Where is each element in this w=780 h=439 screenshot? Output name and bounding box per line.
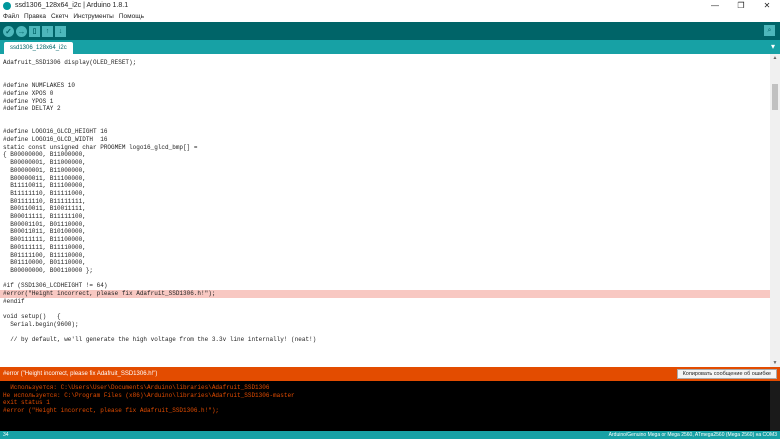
code-line: #if (SSD1306_LCDHEIGHT != 64)	[3, 282, 108, 290]
error-message: #error ("Height incorrect, please fix Ad…	[3, 371, 158, 377]
code-line: static const unsigned char PROGMEM logo1…	[3, 143, 198, 151]
console-line: #error ("Height incorrect, please fix Ad…	[3, 406, 220, 414]
tab-menu-icon[interactable]: ▾	[771, 42, 775, 52]
code-line: #define XPOS 0	[3, 89, 54, 97]
code-line: void setup() {	[3, 313, 61, 321]
code-line: #define NUMFLAKES 10	[3, 82, 76, 90]
maximize-button[interactable]: ❐	[728, 0, 754, 12]
verify-button[interactable]: ✓	[3, 25, 14, 37]
menu-edit[interactable]: Правка	[24, 12, 46, 22]
scroll-thumb[interactable]	[772, 84, 778, 110]
code-line: B00000011, B11100000,	[3, 174, 86, 182]
menu-sketch[interactable]: Скетч	[51, 12, 68, 22]
code-line: #define LOGO16_GLCD_WIDTH 16	[3, 136, 108, 143]
code-line: B11111110, B11111000,	[3, 189, 86, 197]
console-line: exit status 1	[3, 399, 50, 406]
menu-help[interactable]: Помощь	[119, 12, 144, 22]
scroll-down-icon[interactable]: ▼	[770, 359, 780, 367]
code-line: B11110011, B11100000,	[3, 182, 86, 190]
title-bar: ssd1306_128x64_i2c | Arduino 1.8.1 — ❐ ✕	[0, 0, 780, 12]
code-line: #define LOGO16_GLCD_HEIGHT 16	[3, 128, 108, 136]
close-button[interactable]: ✕	[754, 0, 780, 12]
console-line: Не используется: C:\Program Files (x86)\…	[3, 391, 295, 399]
save-button[interactable]: ↓	[55, 25, 66, 37]
code-line: B00111111, B11100000,	[3, 236, 86, 244]
line-number: 34	[3, 432, 9, 438]
code-line: #endif	[3, 297, 25, 305]
code-line: B00110011, B10011111,	[3, 205, 86, 213]
open-button[interactable]: ↑	[42, 25, 53, 37]
error-status-bar: #error ("Height incorrect, please fix Ad…	[0, 367, 780, 381]
menu-tools[interactable]: Инструменты	[73, 12, 114, 22]
code-editor[interactable]: Adafruit_SSD1306 display(OLED_RESET); #de…	[0, 54, 770, 367]
footer-bar: 34 Arduino/Genuino Mega or Mega 2560, AT…	[0, 431, 780, 439]
tab-strip: ssd1306_128x64_i2c ▾	[0, 40, 780, 54]
new-sketch-button[interactable]: ▯	[29, 25, 40, 37]
code-line: #define YPOS 1	[3, 97, 54, 105]
code-line: #define DELTAY 2	[3, 105, 61, 113]
code-line: B01111100, B11110000,	[3, 251, 86, 259]
menu-bar: Файл Правка Скетч Инструменты Помощь	[0, 12, 780, 22]
arduino-logo-icon	[3, 2, 11, 10]
window-title: ssd1306_128x64_i2c | Arduino 1.8.1	[15, 2, 129, 9]
console-output: Используется: C:\Users\User\Documents\Ar…	[0, 381, 780, 431]
editor-scrollbar[interactable]: ▲ ▼	[770, 54, 780, 367]
copy-error-button[interactable]: Копировать сообщение об ошибке	[676, 369, 777, 379]
board-info: Arduino/Genuino Mega or Mega 2560, ATmeg…	[608, 432, 777, 438]
tab-sketch[interactable]: ssd1306_128x64_i2c	[4, 42, 73, 54]
code-line: Serial.begin(9600);	[3, 320, 79, 328]
console-scrollbar[interactable]	[770, 381, 780, 431]
code-line: B00011011, B10100000,	[3, 228, 86, 236]
code-line: B01110000, B01110000,	[3, 259, 86, 267]
code-line: B00001101, B01110000,	[3, 220, 86, 228]
code-line: #error("Height incorrect, please fix Ada…	[3, 290, 216, 297]
console-line: Используется: C:\Users\User\Documents\Ar…	[3, 384, 270, 391]
code-line: B00011111, B11111100,	[3, 213, 86, 220]
upload-button[interactable]: →	[16, 25, 27, 37]
scroll-up-icon[interactable]: ▲	[770, 54, 780, 62]
serial-monitor-button[interactable]: ⌕	[764, 25, 775, 36]
window-controls: — ❐ ✕	[702, 0, 780, 12]
code-line: B00111111, B11110000,	[3, 243, 86, 251]
code-line: B01111110, B11111111,	[3, 197, 86, 205]
code-line: { B00000000, B11000000,	[3, 151, 86, 159]
menu-file[interactable]: Файл	[3, 12, 19, 22]
code-line: Adafruit_SSD1306 display(OLED_RESET);	[3, 59, 137, 66]
code-line: B00000001, B11000000,	[3, 159, 86, 167]
minimize-button[interactable]: —	[702, 0, 728, 12]
code-line: B00000000, B00110000 };	[3, 266, 94, 274]
toolbar: ✓ → ▯ ↑ ↓ ⌕	[0, 22, 780, 40]
code-line: B00000001, B11000000,	[3, 166, 86, 174]
code-line: // by default, we'll generate the high v…	[3, 336, 317, 344]
